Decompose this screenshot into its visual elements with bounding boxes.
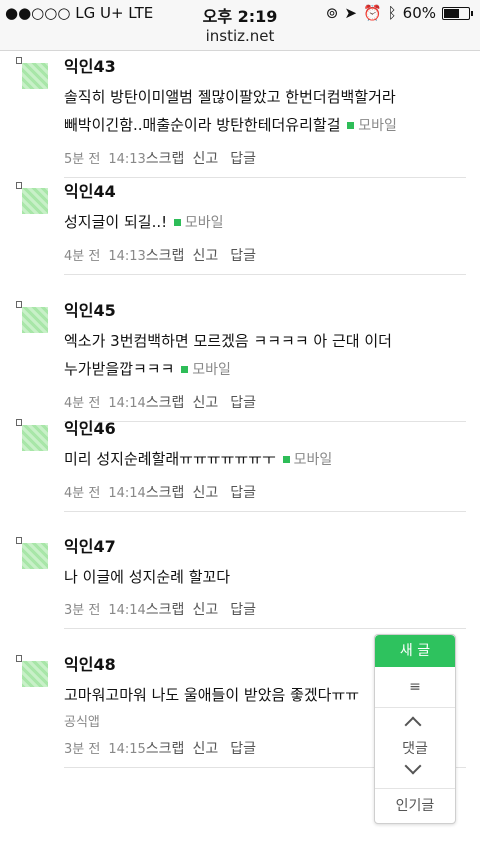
comment-item: 익인45 엑소가 3번컴백하면 모르겠음 ㅋㅋㅋㅋ 아 근대 이더 누가받을깝ㅋ… [0,295,480,422]
avatar [22,188,48,214]
reply-button[interactable]: 답글 [230,602,256,618]
comments-nav[interactable]: 댓글 [375,738,455,758]
avatar [22,307,48,333]
comment-meta: 4분 전 14:14스크랩 신고 답글 [64,482,466,512]
comment-nickname[interactable]: 익인45 [64,295,466,321]
comment-time: 14:14 [108,396,146,411]
alarm-icon: ⏰ [362,4,382,22]
chevron-down-icon[interactable] [404,757,422,775]
comment-meta: 5분 전 14:13스크랩 신고 답글 [64,148,466,178]
location-icon: ➤ [344,4,357,22]
chevron-up-icon[interactable] [404,716,422,734]
reply-button[interactable]: 답글 [230,248,256,264]
avatar [22,543,48,569]
comment-time: 14:13 [108,249,146,264]
scrap-button[interactable]: 스크랩 [146,741,185,757]
mobile-tag: 모바일 [281,452,332,468]
comment-nickname[interactable]: 익인47 [64,531,466,557]
comment-item: 익인47 나 이글에 성지순례 할꼬다 3분 전 14:14스크랩 신고 답글 [0,531,480,649]
reply-button[interactable]: 답글 [230,395,256,411]
comment-text: 미리 성지순례할래ㅠㅠㅠㅠㅠㅠㅜ 모바일 [64,450,333,468]
comment-age: 3분 전 [64,603,101,618]
comment-text: 엑소가 3번컴백하면 모르겠음 ㅋㅋㅋㅋ 아 근대 이더 누가받을깝ㅋㅋㅋ 모바… [64,332,392,378]
scrap-button[interactable]: 스크랩 [146,602,185,618]
comment-age: 4분 전 [64,486,101,501]
comment-time: 14:15 [108,742,146,757]
avatar [22,661,48,687]
comment-age: 4분 전 [64,249,101,264]
comment-nickname[interactable]: 익인46 [64,413,466,439]
comment-meta: 3분 전 14:14스크랩 신고 답글 [64,599,466,629]
comment-text: 나 이글에 성지순례 할꼬다 [64,568,231,586]
url-bar[interactable]: instiz.net [0,26,480,51]
scrap-button[interactable]: 스크랩 [146,248,185,264]
orientation-lock-icon: ⊚ [325,4,339,22]
mobile-tag: 모바일 [179,362,231,378]
comment-nickname[interactable]: 익인43 [64,51,466,77]
comment-item: 익인44 성지글이 되길..! 모바일 4분 전 14:13스크랩 신고 답글 [0,176,480,295]
comment-age: 3분 전 [64,742,101,757]
comment-time: 14:14 [108,486,146,501]
comment-text: 솔직히 방탄이미앨범 젤많이팔았고 한번더컴백할거라 빼박이긴함..매출순이라 … [64,88,397,134]
avatar [22,425,48,451]
report-button[interactable]: 신고 [192,395,218,411]
report-button[interactable]: 신고 [192,741,218,757]
status-bar: ●●○○○ LG U+ LTE 오후 2:19 ⊚ ➤ ⏰ ᛒ 60% [0,0,480,26]
comment-time: 14:13 [108,152,146,167]
comment-item: 익인43 솔직히 방탄이미앨범 젤많이팔았고 한번더컴백할거라 빼박이긴함..매… [0,51,480,178]
scrap-button[interactable]: 스크랩 [146,151,185,167]
reply-button[interactable]: 답글 [230,151,256,167]
reply-button[interactable]: 답글 [230,485,256,501]
mobile-tag: 모바일 [345,118,397,134]
comment-age: 4분 전 [64,396,101,411]
comment-nickname[interactable]: 익인44 [64,176,466,202]
bluetooth-icon: ᛒ [387,4,397,22]
avatar [22,63,48,89]
scrap-button[interactable]: 스크랩 [146,395,185,411]
comment-time: 14:14 [108,603,146,618]
report-button[interactable]: 신고 [192,151,218,167]
mobile-tag: 모바일 [172,215,224,231]
comment-age: 5분 전 [64,152,101,167]
report-button[interactable]: 신고 [192,602,218,618]
comment-text: 성지글이 되길..! 모바일 [64,213,224,231]
battery-percent: 60% [402,4,436,22]
battery-icon [442,6,473,20]
comment-meta: 4분 전 14:13스크랩 신고 답글 [64,245,466,275]
report-button[interactable]: 신고 [192,485,218,501]
comment-item: 익인46 미리 성지순례할래ㅠㅠㅠㅠㅠㅠㅜ 모바일 4분 전 14:14스크랩 신고… [0,413,480,531]
reply-button[interactable]: 답글 [230,741,256,757]
new-post-button[interactable]: 새 글 [375,635,455,667]
scrap-button[interactable]: 스크랩 [146,485,185,501]
popular-nav[interactable]: 인기글 [375,789,455,823]
floating-nav: 새 글 ≡ 댓글 인기글 [374,634,456,824]
menu-icon[interactable]: ≡ [375,667,455,708]
report-button[interactable]: 신고 [192,248,218,264]
